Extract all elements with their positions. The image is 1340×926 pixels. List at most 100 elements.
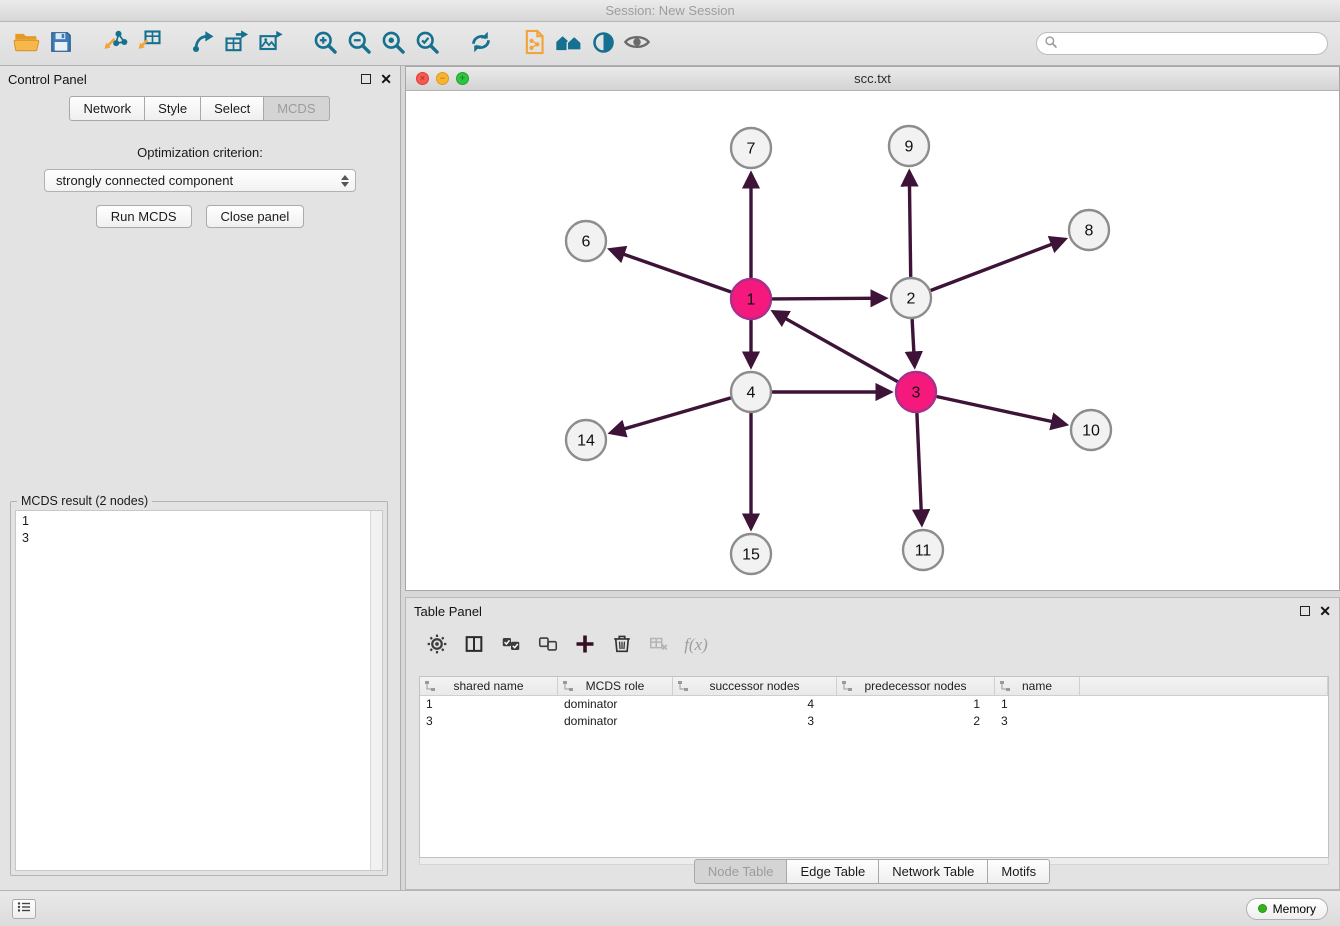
function-builder-button[interactable]: f(x) xyxy=(681,631,711,659)
show-columns-button[interactable] xyxy=(459,631,489,659)
tab-motifs[interactable]: Motifs xyxy=(987,859,1050,884)
export-table-button[interactable] xyxy=(220,27,254,61)
graph-edge-2-3[interactable] xyxy=(912,319,915,366)
graph-node-9[interactable]: 9 xyxy=(889,126,929,166)
cell-successor-nodes[interactable]: 4 xyxy=(673,696,837,713)
tab-edge-table[interactable]: Edge Table xyxy=(786,859,879,884)
select-all-columns-button[interactable] xyxy=(496,631,526,659)
cell-shared-name[interactable]: 1 xyxy=(420,696,558,713)
style-button[interactable] xyxy=(586,27,620,61)
window-titlebar[interactable]: Session: New Session xyxy=(0,0,1340,22)
minimize-window-button[interactable]: − xyxy=(436,72,449,85)
network-window-titlebar[interactable]: × − + scc.txt xyxy=(406,67,1339,91)
cell-name[interactable]: 3 xyxy=(995,713,1080,730)
network-canvas[interactable]: 7 9 6 8 1 2 4 3 14 10 15 11 xyxy=(406,91,1339,590)
cell-mcds-role[interactable]: dominator xyxy=(558,696,673,713)
graph-node-7[interactable]: 7 xyxy=(731,128,771,168)
delete-table-button[interactable] xyxy=(644,631,674,659)
column-header-successor-nodes[interactable]: successor nodes xyxy=(673,677,837,695)
table-panel-title: Table Panel xyxy=(414,604,482,619)
show-graphics-details-button[interactable] xyxy=(620,27,654,61)
table-header-row: shared name MCDS role successor nodes pr… xyxy=(420,677,1328,696)
float-table-panel-icon[interactable] xyxy=(1300,606,1310,616)
graph-node-6[interactable]: 6 xyxy=(566,221,606,261)
tab-network[interactable]: Network xyxy=(69,96,145,121)
graph-edge-3-1[interactable] xyxy=(774,312,898,382)
cell-predecessor-nodes[interactable]: 2 xyxy=(837,713,995,730)
tab-node-table[interactable]: Node Table xyxy=(694,859,788,884)
export-network-button[interactable] xyxy=(186,27,220,61)
deselect-all-columns-button[interactable] xyxy=(533,631,563,659)
graph-node-14[interactable]: 14 xyxy=(566,420,606,460)
graph-node-10[interactable]: 10 xyxy=(1071,410,1111,450)
graph-node-label: 14 xyxy=(577,433,595,450)
graph-node-11[interactable]: 11 xyxy=(903,530,943,570)
column-header-mcds-role[interactable]: MCDS role xyxy=(558,677,673,695)
graph-edge-1-2[interactable] xyxy=(772,298,885,299)
graph-node-label: 8 xyxy=(1085,223,1094,240)
dropdown-value: strongly connected component xyxy=(56,173,233,188)
export-network-icon xyxy=(189,28,217,59)
mcds-result-list[interactable]: 1 3 xyxy=(15,510,383,871)
close-table-panel-icon[interactable]: ✕ xyxy=(1319,606,1331,616)
column-header-name[interactable]: name xyxy=(995,677,1080,695)
close-panel-icon[interactable]: ✕ xyxy=(380,74,392,84)
list-icon xyxy=(17,901,31,916)
column-header-shared-name[interactable]: shared name xyxy=(420,677,558,695)
table-settings-button[interactable] xyxy=(422,631,452,659)
home-button[interactable] xyxy=(552,27,586,61)
zoom-out-button[interactable] xyxy=(342,27,376,61)
export-image-button[interactable] xyxy=(254,27,288,61)
tab-select[interactable]: Select xyxy=(200,96,264,121)
open-session-button[interactable] xyxy=(10,27,44,61)
tab-mcds[interactable]: MCDS xyxy=(263,96,329,121)
tab-style[interactable]: Style xyxy=(144,96,201,121)
column-header-predecessor-nodes[interactable]: predecessor nodes xyxy=(837,677,995,695)
graph-edge-4-14[interactable] xyxy=(611,398,731,433)
graph-edge-3-10[interactable] xyxy=(937,397,1066,425)
zoom-window-button[interactable]: + xyxy=(456,72,469,85)
tab-network-table[interactable]: Network Table xyxy=(878,859,988,884)
document-share-icon xyxy=(521,28,549,59)
graph-node-3[interactable]: 3 xyxy=(896,372,936,412)
memory-button[interactable]: Memory xyxy=(1246,898,1328,920)
task-history-button[interactable] xyxy=(12,899,36,919)
graph-edge-2-8[interactable] xyxy=(931,239,1065,290)
add-column-button[interactable] xyxy=(570,631,600,659)
graph-node-15[interactable]: 15 xyxy=(731,534,771,574)
search-box[interactable] xyxy=(1036,32,1328,55)
plus-icon xyxy=(573,632,597,659)
import-network-from-file-button[interactable] xyxy=(98,27,132,61)
cell-mcds-role[interactable]: dominator xyxy=(558,713,673,730)
zoom-selected-button[interactable] xyxy=(410,27,444,61)
graph-node-8[interactable]: 8 xyxy=(1069,210,1109,250)
graph-edge-2-9[interactable] xyxy=(909,172,910,277)
close-panel-button[interactable]: Close panel xyxy=(206,205,305,228)
cell-name[interactable]: 1 xyxy=(995,696,1080,713)
import-table-icon xyxy=(135,28,163,59)
graph-node-2[interactable]: 2 xyxy=(891,278,931,318)
table-row[interactable]: 1 dominator 4 1 1 xyxy=(420,696,1328,713)
cell-predecessor-nodes[interactable]: 1 xyxy=(837,696,995,713)
search-input[interactable] xyxy=(1058,37,1327,51)
import-table-from-file-button[interactable] xyxy=(132,27,166,61)
open-recent-file-button[interactable] xyxy=(518,27,552,61)
zoom-in-button[interactable] xyxy=(308,27,342,61)
graph-node-4[interactable]: 4 xyxy=(731,372,771,412)
graph-node-1[interactable]: 1 xyxy=(731,279,771,319)
table-row[interactable]: 3 dominator 3 2 3 xyxy=(420,713,1328,730)
float-panel-icon[interactable] xyxy=(361,74,371,84)
graph-edge-1-6[interactable] xyxy=(611,250,732,292)
result-scrollbar[interactable] xyxy=(370,511,382,870)
refresh-layout-button[interactable] xyxy=(464,27,498,61)
optimization-criterion-dropdown[interactable]: strongly connected component xyxy=(44,169,356,192)
run-mcds-button[interactable]: Run MCDS xyxy=(96,205,192,228)
delete-column-button[interactable] xyxy=(607,631,637,659)
cell-shared-name[interactable]: 3 xyxy=(420,713,558,730)
graph-edge-3-11[interactable] xyxy=(917,413,922,524)
save-session-button[interactable] xyxy=(44,27,78,61)
cell-successor-nodes[interactable]: 3 xyxy=(673,713,837,730)
zoom-fit-button[interactable] xyxy=(376,27,410,61)
graph-node-label: 9 xyxy=(905,139,914,156)
close-window-button[interactable]: × xyxy=(416,72,429,85)
